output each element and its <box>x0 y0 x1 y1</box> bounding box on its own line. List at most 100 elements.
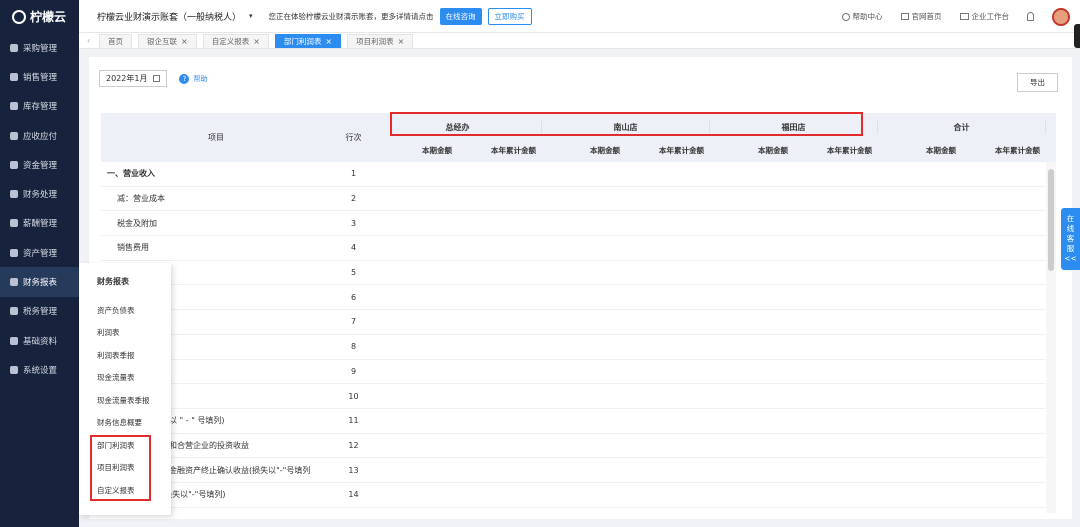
row-line-number: 13 <box>348 465 359 475</box>
row-line-number: 8 <box>350 342 357 352</box>
group-header: 南山店 <box>542 121 710 133</box>
monitor-icon <box>959 13 969 20</box>
sidebar-item-7[interactable]: 资产管理 <box>0 238 79 267</box>
report-panel: 2022年1月 ? 帮助 导出 项目 行次 总经办 本期金额 本年累计金额 南山店 本期… <box>89 57 1072 519</box>
edge-handle[interactable] <box>1074 24 1080 48</box>
tab-4[interactable]: 项目利润表 × <box>347 34 414 48</box>
submenu-item-3[interactable]: 现金流量表 <box>79 367 171 390</box>
online-service-button[interactable]: 在线客服 << <box>1061 208 1080 270</box>
account-selector[interactable]: 柠檬云业财演示账套（一般纳税人） <box>97 10 241 23</box>
row-line-number: 9 <box>350 366 357 376</box>
table-row[interactable]: 8得 <box>101 335 1045 360</box>
submenu-item-5[interactable]: 财务信息概要 <box>79 412 171 435</box>
sub-header: 本年累计金额 <box>827 145 872 155</box>
highlight-box <box>90 435 151 501</box>
menu-icon <box>10 43 18 52</box>
row-label: 销售费用 <box>117 243 149 253</box>
row-line-number: 4 <box>350 243 357 253</box>
submenu-item-4[interactable]: 现金流量表季报 <box>79 389 171 412</box>
table-row[interactable]: 销售费用 4 <box>101 236 1045 261</box>
table-row[interactable]: 9 <box>101 360 1045 385</box>
buy-button[interactable]: 立即购买 <box>487 7 532 25</box>
sidebar-item-4[interactable]: 资金管理 <box>0 150 79 179</box>
help-link[interactable]: ? 帮助 <box>179 73 207 84</box>
row-line-number: 14 <box>348 490 359 500</box>
sub-header: 本年累计金额 <box>659 145 704 155</box>
chevron-left-icon[interactable]: ‹ <box>87 36 99 45</box>
home-icon <box>900 13 909 20</box>
submenu-item-0[interactable]: 资产负债表 <box>79 299 171 322</box>
tab-0[interactable]: 首页 <box>99 34 132 48</box>
table-row[interactable]: 税金及附加 3 <box>101 211 1045 237</box>
table-row[interactable]: (损失以"-"号填列) 14 <box>101 483 1045 508</box>
tab-3[interactable]: 部门利润表 × <box>274 34 342 48</box>
export-button[interactable]: 导出 <box>1017 73 1058 92</box>
tab-bar: ‹ 首页 银企互联 × 自定义报表 × 部门利润表 × 项目利润表 × <box>79 33 1080 49</box>
official-site-link[interactable]: 官网首页 <box>900 11 942 22</box>
close-icon[interactable]: × <box>325 37 332 46</box>
table-row[interactable]: 6 <box>101 285 1045 311</box>
table-row[interactable]: 5 <box>101 261 1045 286</box>
row-line-number: 2 <box>350 194 357 204</box>
sidebar-item-0[interactable]: 采购管理 <box>0 33 79 62</box>
sidebar-item-10[interactable]: 基础资料 <box>0 326 79 355</box>
row-line-number: 12 <box>348 440 359 450</box>
menu-icon <box>10 336 18 345</box>
row-line-number: 3 <box>350 218 357 228</box>
close-icon[interactable]: × <box>253 37 260 46</box>
scroll-thumb[interactable] <box>1048 169 1054 271</box>
sidebar-item-3[interactable]: 应收应付 <box>0 121 79 150</box>
avatar[interactable] <box>1052 7 1070 26</box>
table-row[interactable]: 10 <box>101 384 1045 409</box>
tab-2[interactable]: 自定义报表 × <box>202 34 269 48</box>
sidebar-item-5[interactable]: 财务处理 <box>0 179 79 208</box>
help-center-link[interactable]: 帮助中心 <box>841 11 883 22</box>
menu-icon <box>10 160 18 169</box>
row-line-number: 10 <box>348 391 359 401</box>
table-row[interactable]: 减：营业成本 2 <box>101 187 1045 212</box>
logo-icon <box>12 9 26 24</box>
menu-icon <box>10 102 18 111</box>
submenu-item-2[interactable]: 利润表季报 <box>79 344 171 367</box>
report-table: 项目 行次 总经办 本期金额 本年累计金额 南山店 本期金额 本年累计金额 福田店 本期金额本… <box>101 113 1056 513</box>
help-circle-icon <box>841 12 850 21</box>
close-icon[interactable]: × <box>398 37 405 46</box>
row-line-number: 1 <box>350 169 357 179</box>
sub-header: 本年累计金额 <box>995 145 1040 155</box>
group-header: 福田店 <box>710 121 878 133</box>
table-row[interactable]: 11 失以 " - " 号填列) <box>101 409 1045 434</box>
sidebar-item-2[interactable]: 库存管理 <box>0 92 79 121</box>
workbench-link[interactable]: 企业工作台 <box>959 11 1009 22</box>
row-line-number: 11 <box>348 416 359 426</box>
sidebar-item-11[interactable]: 系统设置 <box>0 355 79 384</box>
chevron-down-icon[interactable]: ▾ <box>249 12 253 20</box>
app-logo[interactable]: 柠檬云 <box>0 0 79 33</box>
menu-icon <box>10 278 18 287</box>
sidebar-item-1[interactable]: 销售管理 <box>0 62 79 91</box>
calendar-icon <box>153 75 161 82</box>
sidebar: 柠檬云 采购管理 销售管理 库存管理 应收应付 资金管理 财务处理 薪酬管理 资产管理 财务报表… <box>0 0 79 527</box>
sub-header: 本期金额 <box>590 145 620 155</box>
table-row[interactable]: 的金融资产终止确认收益(损失以"-"号填列 13 <box>101 458 1045 483</box>
menu-icon <box>10 219 18 228</box>
consult-button[interactable]: 在线咨询 <box>439 7 482 25</box>
sidebar-item-8[interactable]: 财务报表 <box>0 267 79 297</box>
sub-header: 本期金额 <box>422 145 452 155</box>
sidebar-item-6[interactable]: 薪酬管理 <box>0 209 79 238</box>
period-picker[interactable]: 2022年1月 <box>99 70 168 87</box>
promo-text: 您正在体验柠檬云业财演示账套，更多详情请点击 <box>268 11 434 21</box>
bell-icon[interactable] <box>1027 12 1034 21</box>
close-icon[interactable]: × <box>181 37 188 46</box>
menu-icon <box>10 131 18 140</box>
table-row[interactable]: 业和合营企业的投资收益 12 <box>101 434 1045 459</box>
row-label: 一、营业收入 <box>107 169 155 179</box>
sidebar-item-9[interactable]: 税务管理 <box>0 297 79 326</box>
table-row[interactable]: 一、营业收入 1 <box>101 162 1045 187</box>
tab-1[interactable]: 银企互联 × <box>138 34 197 48</box>
menu-icon <box>10 72 18 81</box>
table-row[interactable]: 7 <box>101 310 1045 335</box>
submenu-item-1[interactable]: 利润表 <box>79 322 171 345</box>
vertical-scrollbar[interactable] <box>1046 162 1056 513</box>
row-line-number: 6 <box>350 292 357 302</box>
top-bar: 柠檬云业财演示账套（一般纳税人） ▾ 您正在体验柠檬云业财演示账套，更多详情请点… <box>79 0 1080 33</box>
